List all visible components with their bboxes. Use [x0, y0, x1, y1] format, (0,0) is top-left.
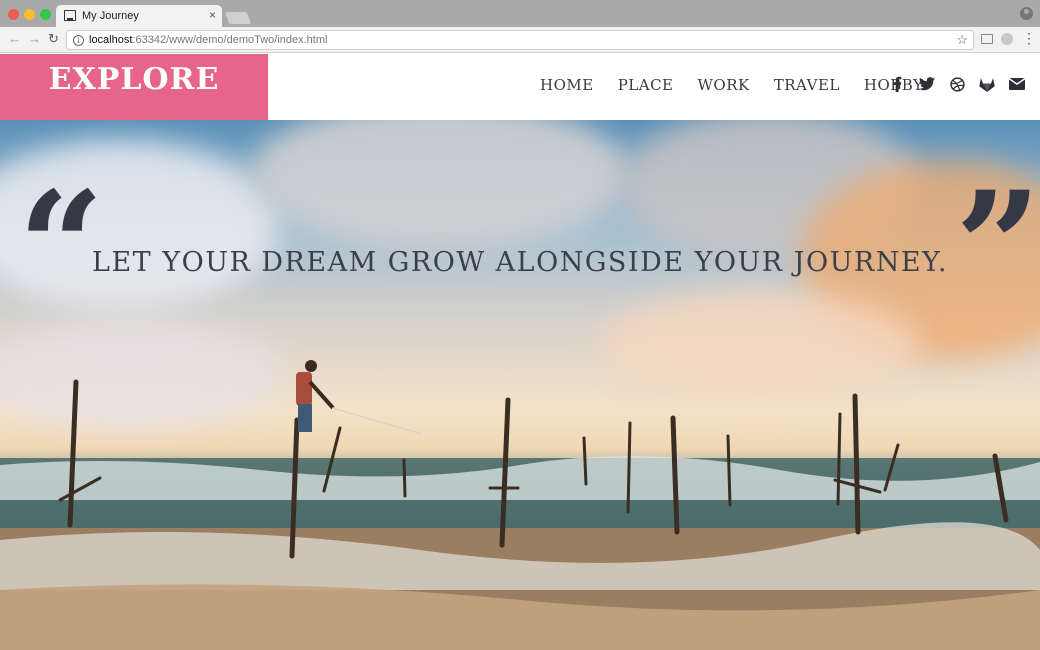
tab-close-icon[interactable]: × [209, 8, 216, 22]
facebook-icon[interactable] [887, 74, 907, 94]
forward-button[interactable]: → [28, 32, 41, 46]
bookmark-star-icon[interactable]: ☆ [956, 32, 968, 48]
social-links [887, 74, 1037, 94]
twitter-icon[interactable] [917, 74, 937, 94]
reload-button[interactable]: ↻ [48, 32, 59, 46]
url-host: localhost [89, 34, 133, 46]
hero-tagline: LET YOUR DREAM GROW ALONGSIDE YOUR JOURN… [92, 247, 948, 278]
new-tab-button[interactable] [224, 12, 252, 24]
browser-tab-bar: My Journey × [0, 0, 1040, 27]
browser-tab[interactable]: My Journey × [56, 5, 222, 27]
url-text[interactable]: localhost:63342/www/demo/demoTwo/index.h… [89, 34, 327, 46]
extension-icon[interactable] [1001, 33, 1013, 45]
nav-item-place[interactable]: PLACE [618, 76, 674, 94]
web-page: EXPLORE HOME PLACE WORK TRAVEL HOBBY [0, 54, 1040, 650]
address-bar[interactable]: i localhost:63342/www/demo/demoTwo/index… [66, 30, 974, 50]
beach-scene [0, 360, 1040, 650]
envelope-icon[interactable] [1007, 74, 1027, 94]
nav-item-travel[interactable]: TRAVEL [774, 76, 840, 94]
profile-icon[interactable] [1020, 7, 1033, 20]
nav-item-work[interactable]: WORK [698, 76, 750, 94]
minimize-window-button[interactable] [24, 9, 35, 20]
site-logo[interactable]: EXPLORE [0, 62, 268, 97]
back-button[interactable]: ← [8, 32, 21, 46]
info-icon[interactable]: i [73, 35, 84, 46]
image-icon [64, 10, 76, 21]
cast-icon[interactable] [981, 34, 993, 44]
menu-icon[interactable]: ⋮ [1022, 31, 1036, 45]
logo-box[interactable]: EXPLORE [0, 54, 268, 120]
tab-title: My Journey [82, 10, 139, 22]
dribbble-icon[interactable] [947, 74, 967, 94]
browser-toolbar: ← → ↻ i localhost:63342/www/demo/demoTwo… [0, 27, 1040, 53]
gitlab-icon[interactable] [977, 74, 997, 94]
site-header: EXPLORE HOME PLACE WORK TRAVEL HOBBY [0, 54, 1040, 120]
nav-item-home[interactable]: HOME [540, 76, 594, 94]
url-path: :63342/www/demo/demoTwo/index.html [132, 34, 328, 46]
maximize-window-button[interactable] [40, 9, 51, 20]
close-window-button[interactable] [8, 9, 19, 20]
hero-banner: “ ” LET YOUR DREAM GROW ALONGSIDE YOUR J… [0, 120, 1040, 650]
